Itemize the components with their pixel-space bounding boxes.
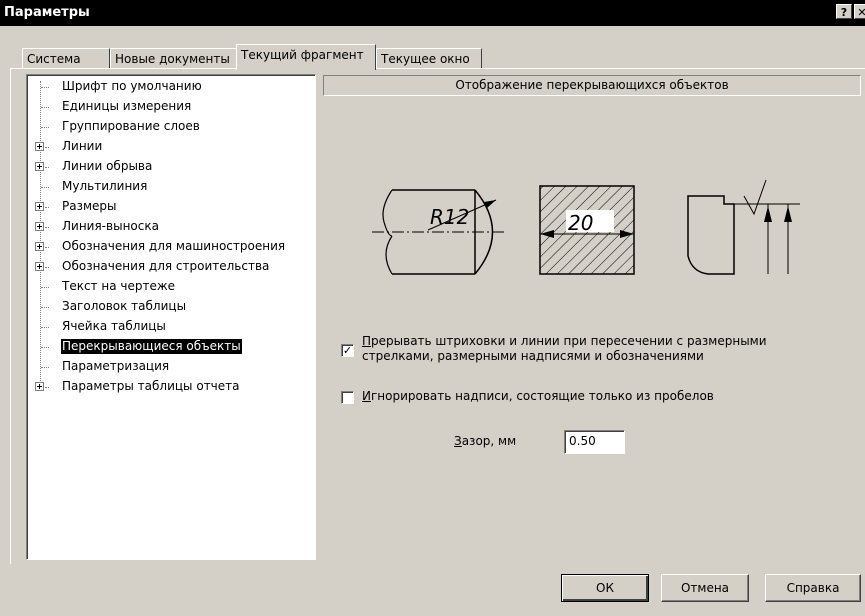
settings-tree[interactable]: Шрифт по умолчанию Единицы измерения Гру… — [26, 74, 316, 560]
cancel-button[interactable]: Отмена — [661, 574, 749, 602]
tree-branch — [41, 327, 49, 328]
tree-item[interactable]: Параметры таблицы отчета — [27, 377, 312, 397]
section-title: Отображение перекрывающихся объектов — [323, 75, 861, 96]
tree-branch — [41, 347, 49, 348]
tree-item-label: Перекрывающиеся объекты — [61, 339, 242, 354]
tree-item[interactable]: Линии обрыва — [27, 157, 312, 177]
ignore-blank-checkbox[interactable] — [341, 391, 354, 404]
tree-item-label: Ячейка таблицы — [62, 319, 166, 333]
tree-branch — [41, 367, 49, 368]
tree-branch — [45, 227, 49, 228]
ignore-blank-label[interactable]: Игнорировать надписи, состоящие только и… — [362, 389, 714, 404]
tree-item-label: Линии — [62, 139, 103, 153]
expand-plus-icon[interactable] — [35, 162, 44, 171]
tree-item-label: Линии обрыва — [62, 159, 153, 173]
shaft-figure: R12 — [372, 189, 505, 275]
tab-current-fragment[interactable]: Текущий фрагмент — [236, 44, 376, 70]
tree-branch — [45, 247, 49, 248]
tree-item[interactable]: Размеры — [27, 197, 312, 217]
tree-item-label: Линия-выноска — [62, 219, 159, 233]
tree-item-label: Параметры таблицы отчета — [62, 379, 240, 393]
ok-button[interactable]: ОК — [561, 574, 649, 602]
tree-branch — [41, 287, 49, 288]
tree-branch — [45, 167, 49, 168]
tree-item-label: Параметризация — [62, 359, 170, 373]
tree-item[interactable]: Шрифт по умолчанию — [27, 77, 312, 97]
tree-item[interactable]: Обозначения для машиностроения — [27, 237, 312, 257]
tree-item-label: Единицы измерения — [62, 99, 192, 113]
title-bar: Параметры ? ✕ — [0, 0, 865, 26]
expand-plus-icon[interactable] — [35, 242, 44, 251]
help-icon[interactable]: ? — [836, 4, 852, 19]
tree-item-label: Размеры — [62, 199, 117, 213]
help-button[interactable]: Справка — [765, 574, 861, 602]
gap-input[interactable]: 0.50 — [564, 430, 625, 454]
tree-branch — [45, 267, 49, 268]
tree-branch — [41, 187, 49, 188]
tree-branch — [41, 307, 49, 308]
label-text: азор, мм — [461, 434, 517, 448]
tab-system[interactable]: Система — [22, 48, 110, 69]
tree-item[interactable]: Линии — [27, 137, 312, 157]
tab-new-documents[interactable]: Новые документы — [110, 48, 240, 69]
tree-item-label: Текст на чертеже — [62, 279, 176, 293]
tree-item[interactable]: Обозначения для строительства — [27, 257, 312, 277]
label-text-line2: стрелками, размерными надписями и обозна… — [362, 349, 704, 363]
tree-branch — [45, 147, 49, 148]
expand-plus-icon[interactable] — [35, 382, 44, 391]
window-title: Параметры — [4, 5, 90, 20]
label-text: гнорировать надписи, состоящие только из… — [370, 389, 714, 403]
tree-item[interactable]: Линия-выноска — [27, 217, 312, 237]
tab-current-window[interactable]: Текущее окно — [376, 48, 482, 69]
tree-item-label: Заголовок таблицы — [62, 299, 187, 313]
gap-label: Зазор, мм — [454, 434, 516, 448]
tree-branch — [45, 387, 49, 388]
hatched-block-figure: 20 — [539, 185, 635, 275]
tree-branch — [41, 107, 49, 108]
tree-item[interactable]: Заголовок таблицы — [27, 297, 312, 317]
tree-item-label: Обозначения для строительства — [62, 259, 270, 273]
tree-item-label: Шрифт по умолчанию — [62, 79, 202, 93]
expand-plus-icon[interactable] — [35, 142, 44, 151]
tree-item-selected[interactable]: Перекрывающиеся объекты — [27, 337, 312, 357]
expand-plus-icon[interactable] — [35, 262, 44, 271]
mnemonic-letter: З — [454, 434, 462, 448]
overlap-illustration: R12 20 — [372, 179, 800, 275]
close-icon[interactable]: ✕ — [854, 4, 865, 19]
label-text: рерывать штриховки и линии при пересечен… — [371, 334, 767, 348]
mnemonic-letter: И — [362, 389, 371, 403]
tree-item[interactable]: Параметризация — [27, 357, 312, 377]
mnemonic-letter: П — [362, 334, 372, 348]
break-hatching-checkbox[interactable]: ✓ — [341, 344, 354, 357]
tree-item[interactable]: Единицы измерения — [27, 97, 312, 117]
expand-plus-icon[interactable] — [35, 202, 44, 211]
dimension-label: 20 — [568, 211, 593, 235]
tree-item[interactable]: Текст на чертеже — [27, 277, 312, 297]
tree-item[interactable]: Группирование слоев — [27, 117, 312, 137]
radius-label: R12 — [430, 205, 469, 229]
tree-item[interactable]: Мультилиния — [27, 177, 312, 197]
tree-item[interactable]: Ячейка таблицы — [27, 317, 312, 337]
tree-item-label: Группирование слоев — [62, 119, 200, 133]
expand-plus-icon[interactable] — [35, 222, 44, 231]
tree-item-label: Мультилиния — [62, 179, 148, 193]
break-hatching-label[interactable]: Прерывать штриховки и линии при пересече… — [362, 334, 767, 364]
roughness-figure — [687, 179, 800, 275]
tree-item-label: Обозначения для машиностроения — [62, 239, 286, 253]
tree-branch — [45, 207, 49, 208]
tree-branch — [41, 127, 49, 128]
tree-branch — [41, 87, 49, 88]
